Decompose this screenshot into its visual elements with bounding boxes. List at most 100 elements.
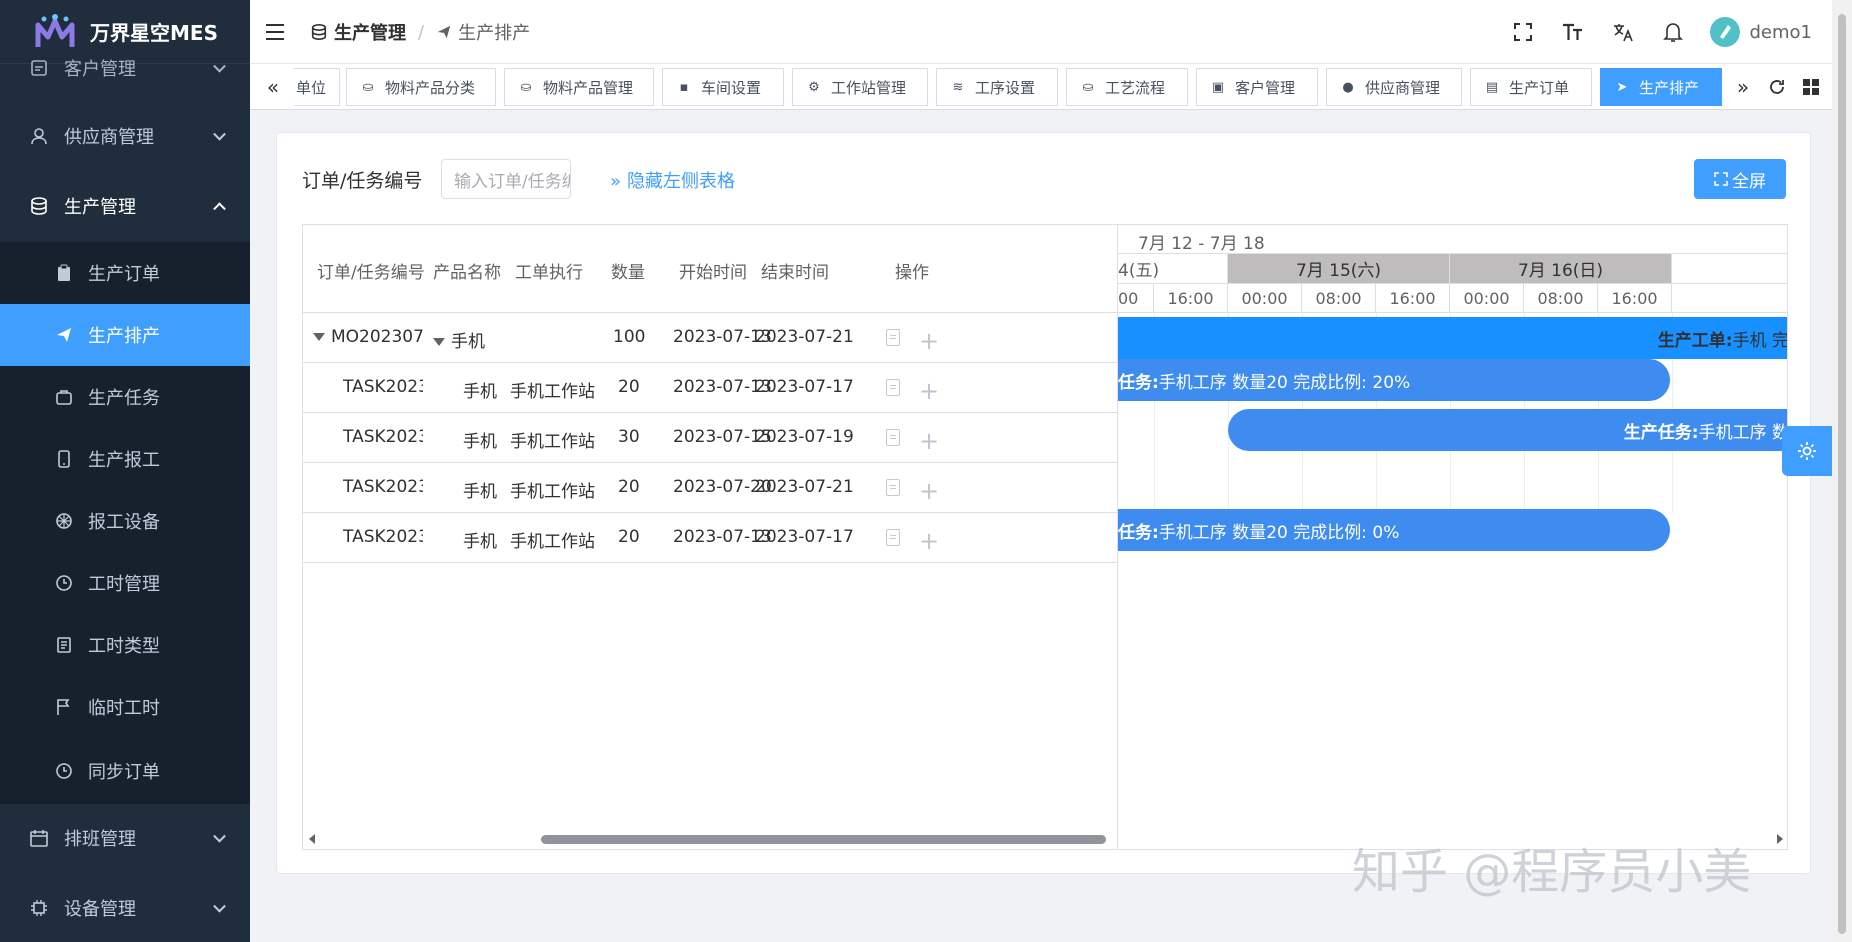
chevron-down-icon (213, 127, 226, 141)
tags-view: « 单位 ⛀ 物料产品分类 ⛀ 物料产品管理 ▪ 车间设置 ⚙ 工作站管理 ≋ 工序设置 … (250, 64, 1832, 110)
vertical-scrollbar[interactable] (1832, 0, 1852, 942)
hour-cell: 00:00 (1450, 284, 1524, 313)
search-input[interactable]: 输入订单/任务编号 (441, 159, 571, 199)
sidebar-item-work-hour-type[interactable]: 工时类型 (0, 614, 250, 676)
paper-plane-icon (54, 324, 74, 346)
box-icon: ⛀ (520, 79, 532, 95)
fullscreen-button[interactable]: 全屏 (1694, 159, 1786, 199)
column-header[interactable]: 产品名称 (433, 258, 501, 283)
tag-unit[interactable]: 单位 (294, 68, 340, 106)
quantity: 20 (618, 377, 640, 397)
tag-customer[interactable]: ▣ 客户管理 (1196, 68, 1318, 106)
scroll-left-arrow-icon[interactable] (309, 834, 315, 844)
column-header[interactable]: 数量 (611, 258, 645, 283)
sidebar-item-supplier[interactable]: 供应商管理 (0, 108, 250, 164)
document-icon[interactable] (886, 529, 900, 546)
column-header[interactable]: 结束时间 (761, 258, 829, 283)
tag-routing[interactable]: ⛀ 工艺流程 (1066, 68, 1188, 106)
tag-label: 工作站管理 (831, 78, 907, 97)
hamburger-icon[interactable] (266, 24, 284, 45)
sidebar-item-production-task[interactable]: 生产任务 (0, 366, 250, 428)
sidebar-item-shift[interactable]: 排班管理 (0, 810, 250, 866)
sidebar-item-work-hours[interactable]: 工时管理 (0, 552, 250, 614)
table-row[interactable]: MO20230712( 手机 100 2023-07-13 2023-07-21… (303, 313, 1118, 363)
tag-production-order[interactable]: ▤ 生产订单 (1470, 68, 1592, 106)
quantity: 30 (618, 427, 640, 447)
caret-down-icon[interactable] (433, 338, 445, 346)
grid-menu-icon[interactable] (1796, 68, 1826, 106)
sidebar-item-temp-hours[interactable]: 临时工时 (0, 676, 250, 738)
document-icon[interactable] (886, 329, 900, 346)
refresh-icon[interactable] (1762, 68, 1792, 106)
username[interactable]: demo1 (1750, 22, 1813, 43)
gantt-bar-order[interactable]: 生产工单: 手机 完 (1118, 317, 1787, 359)
workstation: 手机工作站 (510, 532, 595, 552)
tag-label: 车间设置 (701, 78, 762, 97)
grid-icon: ▪ (679, 79, 689, 95)
table-row[interactable]: TASK20231 手机 手机工作站 20 2023-07-20 2023-07… (303, 463, 1118, 513)
bell-icon[interactable] (1660, 19, 1686, 45)
tag-label: 生产排产 (1639, 78, 1700, 97)
tag-supplier[interactable]: ● 供应商管理 (1326, 68, 1462, 106)
add-icon[interactable]: + (919, 427, 939, 455)
sidebar-item-production-report[interactable]: 生产报工 (0, 428, 250, 490)
hour-label: 00 (1118, 288, 1139, 308)
sidebar-item-equipment[interactable]: 设备管理 (0, 880, 250, 936)
sidebar-item-label: 工时管理 (88, 574, 160, 595)
add-icon[interactable]: + (919, 327, 939, 355)
settings-button[interactable] (1782, 426, 1832, 476)
add-icon[interactable]: + (919, 377, 939, 405)
table-row[interactable]: TASK20231 手机 手机工作站 20 2023-07-13 2023-07… (303, 513, 1118, 563)
sidebar-item-label: 生产排产 (88, 326, 160, 347)
sidebar-item-report-device[interactable]: 报工设备 (0, 490, 250, 552)
font-size-icon[interactable] (1560, 19, 1586, 45)
scroll-right-arrow-icon[interactable] (1777, 834, 1783, 844)
scrollbar-thumb[interactable] (541, 835, 1106, 844)
sidebar-item-label: 排班管理 (64, 829, 136, 850)
document-icon[interactable] (886, 479, 900, 496)
grid-header: 订单/任务编号 产品名称 工单执行 数量 开始时间 结束时间 操作 (303, 225, 1118, 313)
tags-scroll-right-icon[interactable]: » (1728, 68, 1758, 106)
column-header[interactable]: 工单执行 (515, 258, 583, 283)
table-row[interactable]: TASK20231 手机 手机工作站 30 2023-07-15 2023-07… (303, 413, 1118, 463)
contact-icon: ▣ (1211, 79, 1225, 95)
calendar-icon (28, 827, 50, 849)
caret-down-icon[interactable] (313, 333, 325, 341)
day-label: 7月 15(六) (1295, 261, 1382, 281)
column-header[interactable]: 订单/任务编号 (317, 258, 425, 283)
add-icon[interactable]: + (919, 477, 939, 505)
fullscreen-icon[interactable] (1510, 19, 1536, 45)
sidebar-item-customer[interactable]: 客户管理 (0, 48, 250, 88)
document-icon[interactable] (886, 429, 900, 446)
hour-label: 00:00 (1463, 288, 1510, 308)
chevron-down-icon (213, 829, 226, 843)
tag-workshop[interactable]: ▪ 车间设置 (662, 68, 784, 106)
gantt: 订单/任务编号 产品名称 工单执行 数量 开始时间 结束时间 操作 MO2023… (302, 224, 1788, 850)
sidebar-item-production[interactable]: 生产管理 (0, 178, 250, 234)
hide-table-link[interactable]: » 隐藏左侧表格 (610, 167, 735, 193)
column-header[interactable]: 开始时间 (679, 258, 747, 283)
tag-process[interactable]: ≋ 工序设置 (936, 68, 1058, 106)
tag-material-product[interactable]: ⛀ 物料产品管理 (504, 68, 654, 106)
scrollbar-thumb[interactable] (1838, 14, 1846, 934)
sidebar-item-sync-order[interactable]: 同步订单 (0, 738, 250, 804)
tag-material-category[interactable]: ⛀ 物料产品分类 (346, 68, 496, 106)
sidebar-item-production-order[interactable]: 生产订单 (0, 242, 250, 304)
document-icon[interactable] (886, 379, 900, 396)
gantt-bar-task[interactable]: 任务: 手机工序 数量20 完成比例: 20% (1118, 359, 1670, 401)
gantt-bar-task[interactable]: 生产任务: 手机工序 数 (1228, 409, 1787, 451)
tag-production-scheduling[interactable]: ➤ 生产排产 (1600, 68, 1722, 106)
end-time: 2023-07-17 (755, 527, 854, 547)
translate-icon[interactable] (1610, 19, 1636, 45)
avatar[interactable] (1709, 17, 1740, 47)
breadcrumb-item[interactable]: 生产管理 (334, 19, 406, 45)
quantity: 20 (618, 527, 640, 547)
column-header: 操作 (895, 263, 929, 283)
hour-cell: 16:00 (1598, 284, 1672, 313)
tags-scroll-left-icon[interactable]: « (258, 68, 288, 106)
sidebar-item-production-scheduling[interactable]: 生产排产 (0, 304, 250, 366)
add-icon[interactable]: + (919, 527, 939, 555)
tag-workstation[interactable]: ⚙ 工作站管理 (792, 68, 928, 106)
gantt-bar-task[interactable]: 任务: 手机工序 数量20 完成比例: 0% (1118, 509, 1670, 551)
table-row[interactable]: TASK20231 手机 手机工作站 20 2023-07-13 2023-07… (303, 363, 1118, 413)
